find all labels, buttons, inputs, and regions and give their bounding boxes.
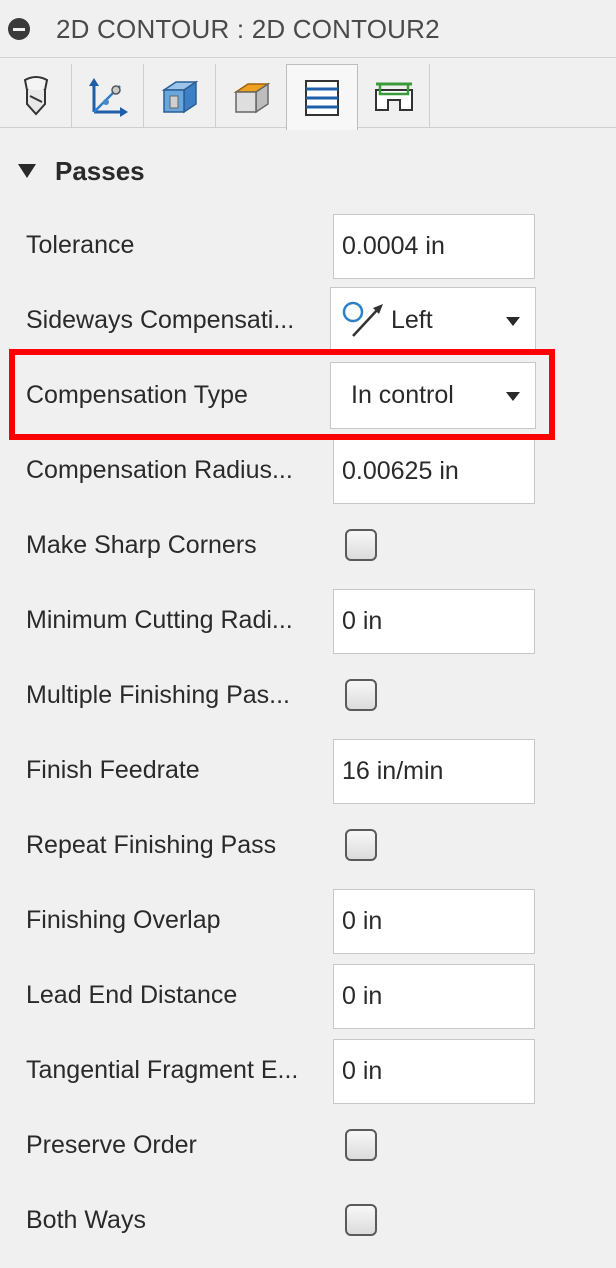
row-make-sharp-corners: Make Sharp Corners <box>0 508 616 583</box>
make-sharp-corners-label: Make Sharp Corners <box>26 531 257 559</box>
title-bar: 2D CONTOUR : 2D CONTOUR2 <box>0 0 616 58</box>
row-repeat-finishing-pass: Repeat Finishing Pass <box>0 808 616 883</box>
tab-tool[interactable] <box>0 64 72 128</box>
preserve-order-label: Preserve Order <box>26 1131 197 1159</box>
tangential-fragment-field[interactable]: 0 in <box>333 1039 535 1104</box>
both-ways-checkbox[interactable] <box>345 1204 377 1236</box>
finishing-overlap-field[interactable]: 0 in <box>333 889 535 954</box>
preserve-order-checkbox[interactable] <box>345 1129 377 1161</box>
row-minimum-cutting-radius: Minimum Cutting Radi... 0 in <box>0 583 616 658</box>
row-lead-end-distance: Lead End Distance 0 in <box>0 958 616 1033</box>
tab-heights[interactable] <box>144 64 216 128</box>
both-ways-label: Both Ways <box>26 1206 146 1234</box>
finish-feedrate-label: Finish Feedrate <box>26 756 200 784</box>
lead-end-distance-field[interactable]: 0 in <box>333 964 535 1029</box>
stock-heights-icon <box>233 82 270 114</box>
multiple-finishing-passes-checkbox[interactable] <box>345 679 377 711</box>
tab-stock-heights[interactable] <box>216 64 288 128</box>
passes-section-header[interactable]: Passes <box>18 154 145 188</box>
panel-title: 2D CONTOUR : 2D CONTOUR2 <box>56 14 440 44</box>
row-finish-feedrate: Finish Feedrate 16 in/min <box>0 733 616 808</box>
highlight-box <box>9 349 555 440</box>
passes-icon <box>305 79 339 116</box>
row-both-ways: Both Ways <box>0 1183 616 1258</box>
tab-strip <box>0 64 616 130</box>
tolerance-label: Tolerance <box>26 231 135 259</box>
sideways-compensation-label: Sideways Compensati... <box>26 306 295 334</box>
tool-icon <box>23 76 48 116</box>
tab-linking[interactable] <box>358 64 430 128</box>
finish-feedrate-field[interactable]: 16 in/min <box>333 739 535 804</box>
repeat-finishing-pass-checkbox[interactable] <box>345 829 377 861</box>
left-compensation-icon <box>342 301 383 337</box>
lead-end-distance-label: Lead End Distance <box>26 981 238 1009</box>
row-compensation-radius: Compensation Radius... 0.00625 in <box>0 433 616 508</box>
repeat-finishing-pass-label: Repeat Finishing Pass <box>26 831 277 859</box>
chevron-down-icon <box>506 317 520 326</box>
compensation-radius-field[interactable]: 0.00625 in <box>333 439 535 504</box>
collapse-triangle-icon[interactable] <box>18 164 36 178</box>
minimum-cutting-radius-field[interactable]: 0 in <box>333 589 535 654</box>
tangential-fragment-label: Tangential Fragment E... <box>26 1056 299 1084</box>
multiple-finishing-passes-label: Multiple Finishing Pas... <box>26 681 291 709</box>
row-finishing-overlap: Finishing Overlap 0 in <box>0 883 616 958</box>
make-sharp-corners-checkbox[interactable] <box>345 529 377 561</box>
row-preserve-order: Preserve Order <box>0 1108 616 1183</box>
heights-icon <box>161 80 198 114</box>
row-sideways-compensation: Sideways Compensati... Left <box>0 283 616 358</box>
compensation-radius-label: Compensation Radius... <box>26 456 293 484</box>
minimum-cutting-radius-label: Minimum Cutting Radi... <box>26 606 293 634</box>
geometry-icon <box>88 78 128 117</box>
finishing-overlap-label: Finishing Overlap <box>26 906 221 934</box>
tolerance-field[interactable]: 0.0004 in <box>333 214 535 279</box>
row-tolerance: Tolerance 0.0004 in <box>0 208 616 283</box>
sideways-compensation-dropdown[interactable]: Left <box>330 287 536 354</box>
sideways-compensation-value: Left <box>391 306 433 334</box>
tab-geometry[interactable] <box>72 64 144 128</box>
tab-passes[interactable] <box>286 64 358 130</box>
row-multiple-finishing-passes: Multiple Finishing Pas... <box>0 658 616 733</box>
collapse-icon[interactable] <box>8 18 30 40</box>
linking-icon <box>374 82 413 111</box>
section-title: Passes <box>55 155 145 186</box>
row-tangential-fragment: Tangential Fragment E... 0 in <box>0 1033 616 1108</box>
